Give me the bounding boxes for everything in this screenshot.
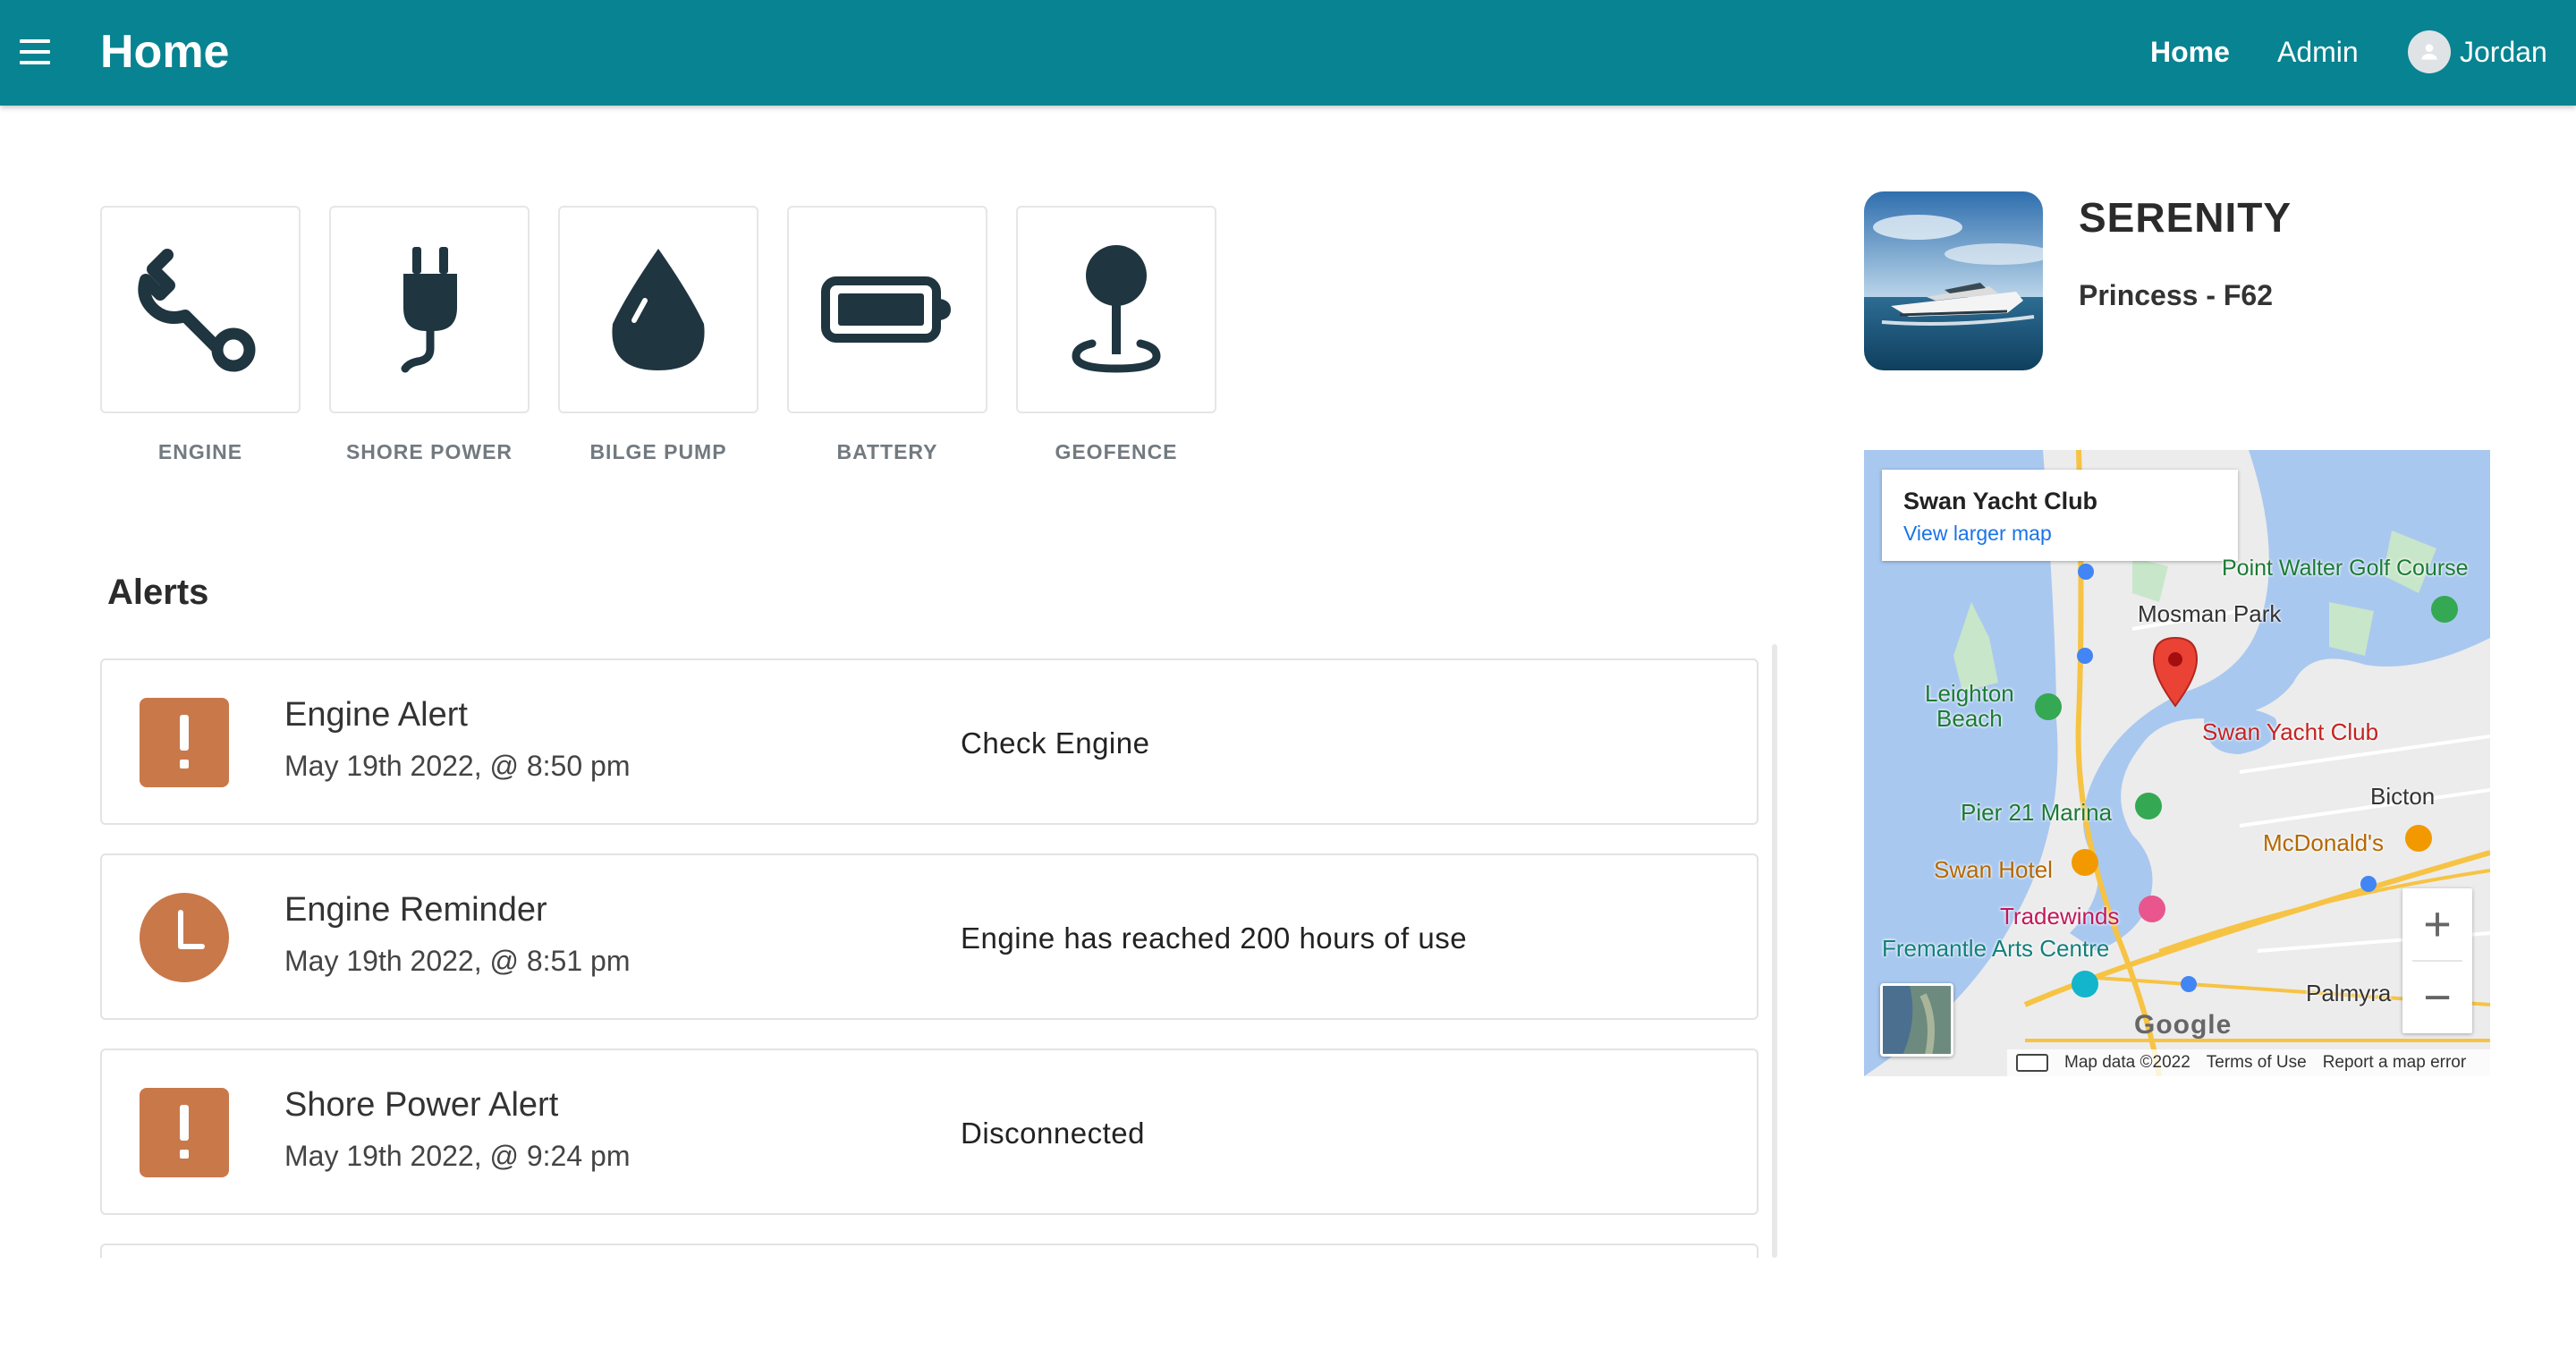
exclamation-icon bbox=[140, 698, 229, 787]
map-label-leighton-beach: Leighton Beach bbox=[1925, 680, 2014, 732]
zoom-in-button[interactable]: + bbox=[2402, 888, 2472, 960]
alert-message: Check Engine bbox=[961, 726, 1150, 760]
alerts-list[interactable]: Engine Alert May 19th 2022, @ 8:50 pm Ch… bbox=[100, 657, 1758, 1258]
map-label-swan-hotel: Swan Hotel bbox=[1934, 856, 2053, 883]
tile-bilge-pump[interactable]: BILGE PUMP bbox=[558, 206, 758, 464]
alert-card[interactable]: Engine Reminder May 19th 2022, @ 8:51 pm… bbox=[100, 853, 1758, 1020]
page-title: Home bbox=[100, 26, 230, 78]
alert-card[interactable]: Engine Alert May 19th 2022, @ 8:50 pm Ch… bbox=[100, 658, 1758, 825]
map-label-pier21: Pier 21 Marina bbox=[1961, 799, 2113, 826]
tile-engine-box bbox=[100, 206, 301, 413]
battery-icon bbox=[821, 276, 951, 343]
map-label-fremantle-arts: Fremantle Arts Centre bbox=[1882, 935, 2110, 962]
map-attribution: Map data ©2022 Terms of Use Report a map… bbox=[2007, 1049, 2490, 1076]
map-label-mcdonalds: McDonald's bbox=[2263, 829, 2385, 856]
map-label-point-walter: Point Walter Golf Course bbox=[2222, 556, 2469, 581]
tile-battery-box bbox=[787, 206, 987, 413]
tile-geofence-box bbox=[1016, 206, 1216, 413]
terms-of-use-link[interactable]: Terms of Use bbox=[2207, 1053, 2307, 1073]
vessel-model: Princess - F62 bbox=[2079, 279, 2273, 311]
report-map-error-link[interactable]: Report a map error bbox=[2323, 1053, 2467, 1073]
tile-shore-power-box bbox=[329, 206, 530, 413]
map-place-title: Swan Yacht Club bbox=[1903, 488, 2098, 514]
alert-title: Shore Power Alert bbox=[284, 1086, 559, 1124]
avatar bbox=[2408, 30, 2451, 73]
map-label-mosman-park: Mosman Park bbox=[2138, 600, 2282, 627]
alert-message: Engine has reached 200 hours of use bbox=[961, 921, 1468, 955]
alert-time: May 19th 2022, @ 9:24 pm bbox=[284, 1140, 631, 1172]
user-name: Jordan bbox=[2460, 35, 2547, 68]
alerts-heading: Alerts bbox=[107, 573, 209, 612]
tile-battery-label: BATTERY bbox=[836, 440, 938, 463]
tile-geofence[interactable]: GEOFENCE bbox=[1016, 206, 1216, 464]
alert-time: May 19th 2022, @ 8:50 pm bbox=[284, 750, 631, 782]
map-data-text: Map data ©2022 bbox=[2064, 1053, 2190, 1072]
zoom-out-button[interactable]: − bbox=[2402, 962, 2472, 1033]
clock-icon bbox=[140, 893, 229, 982]
alerts-scrollbar[interactable] bbox=[1772, 644, 1777, 1258]
map-zoom-controls: + − bbox=[2402, 888, 2472, 1033]
tile-engine[interactable]: ENGINE bbox=[100, 206, 301, 464]
google-logo: Google bbox=[2134, 1010, 2233, 1040]
tile-shore-power[interactable]: SHORE POWER bbox=[329, 206, 530, 464]
map-label-palmyra: Palmyra bbox=[2306, 980, 2392, 1006]
wrench-icon bbox=[138, 249, 256, 372]
exclamation-icon bbox=[140, 1088, 229, 1177]
tile-geofence-label: GEOFENCE bbox=[1055, 440, 1178, 463]
tile-battery[interactable]: BATTERY bbox=[787, 206, 987, 464]
top-app-bar: Home Home Admin Jordan bbox=[0, 0, 2576, 106]
alert-message: Disconnected bbox=[961, 1117, 1145, 1150]
map-label-tradewinds: Tradewinds bbox=[2000, 903, 2120, 930]
alert-card-partial[interactable] bbox=[100, 1244, 1758, 1258]
tile-bilge-pump-box bbox=[558, 206, 758, 413]
view-larger-map-link[interactable]: View larger map bbox=[1903, 522, 2052, 546]
hamburger-menu-icon[interactable] bbox=[20, 39, 52, 66]
tile-engine-label: ENGINE bbox=[157, 440, 243, 463]
nav-admin-link[interactable]: Admin bbox=[2277, 36, 2359, 69]
location-pin-icon bbox=[1072, 245, 1161, 373]
keyboard-icon[interactable] bbox=[2016, 1054, 2048, 1072]
map-embed[interactable]: Swan Yacht Club View larger map Point Wa… bbox=[1864, 450, 2490, 1076]
map-layer-toggle[interactable] bbox=[1880, 983, 1953, 1057]
alert-card[interactable]: Shore Power Alert May 19th 2022, @ 9:24 … bbox=[100, 1049, 1758, 1215]
map-label-bicton: Bicton bbox=[2370, 783, 2436, 810]
tile-shore-power-label: SHORE POWER bbox=[345, 440, 513, 463]
alert-time: May 19th 2022, @ 8:51 pm bbox=[284, 945, 631, 977]
plug-icon bbox=[401, 247, 457, 373]
map-place-card: Swan Yacht Club View larger map bbox=[1882, 470, 2238, 561]
user-menu[interactable]: Jordan bbox=[2408, 30, 2547, 73]
vessel-name: SERENITY bbox=[2079, 194, 2292, 241]
alert-title: Engine Reminder bbox=[284, 891, 547, 929]
map-label-swan-yacht-club: Swan Yacht Club bbox=[2202, 718, 2379, 745]
tile-bilge-pump-label: BILGE PUMP bbox=[589, 440, 727, 463]
water-drop-icon bbox=[612, 249, 705, 370]
alert-title: Engine Alert bbox=[284, 696, 468, 734]
vessel-photo bbox=[1864, 191, 2043, 370]
nav-home-link[interactable]: Home bbox=[2150, 36, 2230, 69]
